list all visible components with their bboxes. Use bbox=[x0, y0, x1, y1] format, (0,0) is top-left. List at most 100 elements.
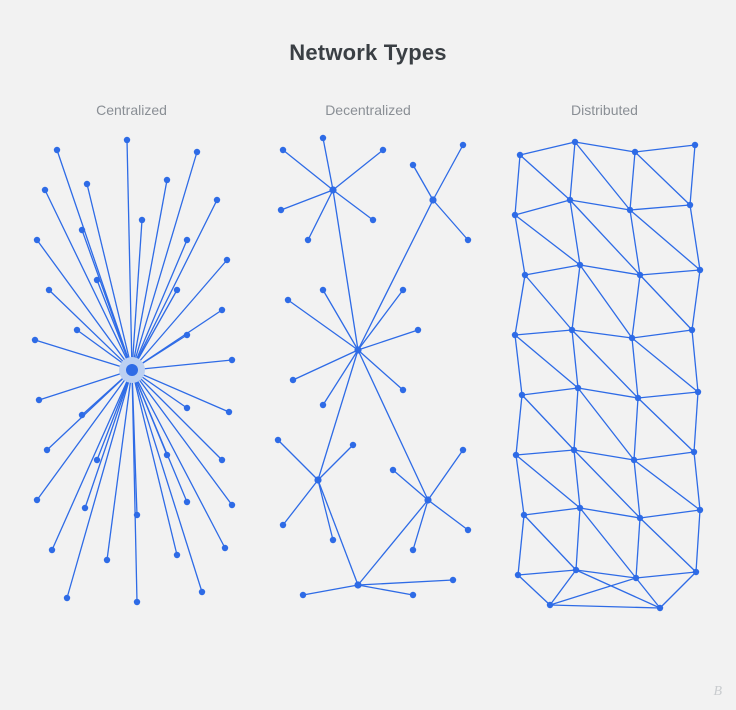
node bbox=[183, 332, 189, 338]
node bbox=[696, 267, 702, 273]
node bbox=[688, 327, 694, 333]
edge bbox=[518, 515, 524, 575]
node bbox=[81, 505, 87, 511]
node bbox=[223, 257, 229, 263]
node bbox=[576, 262, 582, 268]
edge bbox=[516, 455, 580, 508]
node bbox=[53, 147, 59, 153]
node bbox=[35, 397, 41, 403]
edge bbox=[632, 275, 640, 338]
edge bbox=[570, 200, 630, 210]
column-decentralized: Decentralized bbox=[263, 102, 473, 620]
edge bbox=[574, 450, 580, 508]
edge bbox=[524, 508, 580, 515]
node bbox=[275, 437, 281, 443]
node bbox=[350, 442, 356, 448]
node bbox=[571, 139, 577, 145]
edge bbox=[572, 330, 638, 398]
node bbox=[123, 137, 129, 143]
edge bbox=[515, 335, 578, 388]
node bbox=[320, 402, 326, 408]
edge bbox=[636, 518, 640, 578]
node bbox=[280, 147, 286, 153]
edge bbox=[516, 450, 574, 455]
node bbox=[163, 452, 169, 458]
edge bbox=[640, 270, 700, 275]
edge bbox=[37, 240, 132, 370]
graph-centralized bbox=[27, 130, 237, 620]
column-centralized: Centralized bbox=[27, 102, 237, 620]
node bbox=[213, 197, 219, 203]
node bbox=[390, 467, 396, 473]
edge bbox=[525, 265, 580, 275]
node bbox=[173, 287, 179, 293]
node bbox=[696, 507, 702, 513]
edge bbox=[393, 470, 428, 500]
node bbox=[518, 392, 524, 398]
node bbox=[574, 385, 580, 391]
node bbox=[228, 357, 234, 363]
edge bbox=[632, 338, 638, 398]
edge bbox=[518, 570, 576, 575]
edge bbox=[640, 510, 700, 518]
columns-row: Centralized Decentralized Distributed bbox=[0, 102, 736, 620]
node bbox=[41, 187, 47, 193]
edge bbox=[132, 240, 187, 370]
edge bbox=[283, 480, 318, 525]
edge bbox=[318, 480, 333, 540]
node bbox=[460, 447, 466, 453]
node bbox=[630, 457, 636, 463]
edge bbox=[522, 395, 574, 450]
edge bbox=[333, 190, 373, 220]
node bbox=[83, 181, 89, 187]
node bbox=[460, 142, 466, 148]
edge bbox=[49, 290, 132, 370]
label-distributed: Distributed bbox=[500, 102, 710, 118]
node bbox=[400, 387, 406, 393]
edge bbox=[132, 180, 167, 370]
node bbox=[183, 237, 189, 243]
node bbox=[33, 237, 39, 243]
node bbox=[285, 297, 291, 303]
edge bbox=[630, 152, 635, 210]
edge bbox=[636, 578, 660, 608]
edge bbox=[572, 330, 578, 388]
edge bbox=[413, 165, 433, 200]
edge bbox=[580, 265, 632, 338]
edge bbox=[283, 150, 333, 190]
edge bbox=[636, 572, 696, 578]
edge bbox=[518, 575, 550, 605]
edge bbox=[515, 155, 520, 215]
edge bbox=[433, 200, 468, 240]
node bbox=[183, 499, 189, 505]
edge bbox=[635, 145, 695, 152]
node bbox=[514, 572, 520, 578]
node bbox=[410, 162, 416, 168]
column-distributed: Distributed bbox=[500, 102, 710, 620]
node bbox=[33, 497, 39, 503]
node bbox=[133, 512, 139, 518]
edge bbox=[47, 370, 132, 450]
page: Network Types Centralized Decentralized … bbox=[0, 0, 736, 710]
edge bbox=[516, 455, 524, 515]
edge bbox=[278, 440, 318, 480]
node bbox=[218, 307, 224, 313]
node bbox=[93, 457, 99, 463]
edge bbox=[690, 205, 700, 270]
graph-distributed bbox=[500, 130, 710, 620]
node bbox=[692, 569, 698, 575]
edge bbox=[630, 210, 700, 270]
edge bbox=[358, 290, 403, 350]
node bbox=[380, 147, 386, 153]
label-decentralized: Decentralized bbox=[263, 102, 473, 118]
node bbox=[218, 457, 224, 463]
edge bbox=[35, 340, 132, 370]
node bbox=[43, 447, 49, 453]
edge bbox=[515, 330, 572, 335]
node bbox=[631, 149, 637, 155]
edge bbox=[520, 142, 575, 155]
node bbox=[521, 272, 527, 278]
node bbox=[103, 557, 109, 563]
edge bbox=[634, 460, 700, 510]
node bbox=[465, 527, 471, 533]
